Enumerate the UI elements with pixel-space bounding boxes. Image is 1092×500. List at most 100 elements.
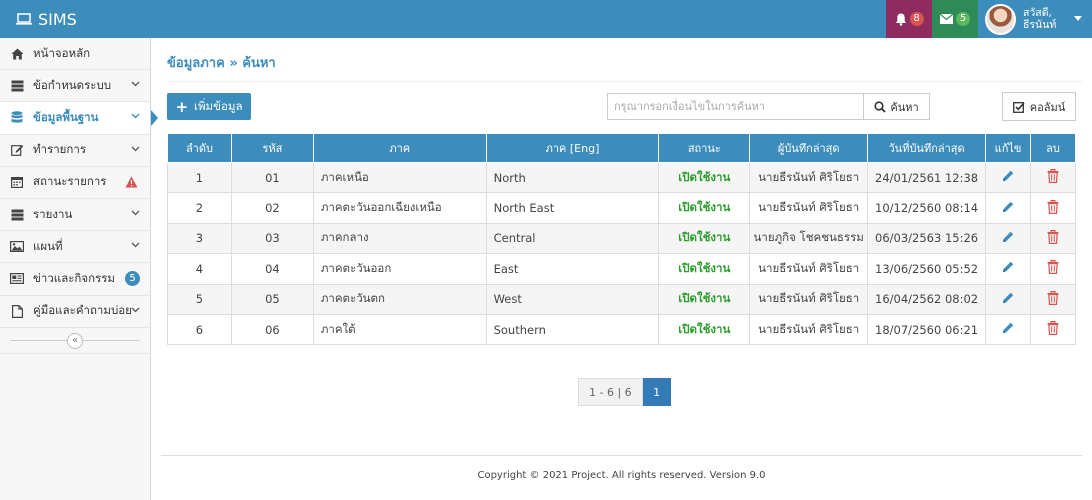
column-header[interactable]: วันที่บันทึกล่าสุด [867, 133, 987, 163]
search-input[interactable] [607, 93, 864, 120]
chevron-down-icon [131, 242, 140, 248]
delete-button[interactable] [1030, 313, 1076, 346]
pencil-icon [1003, 231, 1014, 242]
sidebar-item-label: แผนที่ [33, 238, 63, 253]
image-icon [10, 240, 24, 254]
column-header: ลบ [1030, 133, 1076, 163]
pagination-info: 1 - 6 | 6 [578, 378, 643, 406]
server-icon [10, 208, 24, 222]
delete-button[interactable] [1030, 253, 1076, 285]
sidebar-item-status[interactable]: สถานะรายการ [0, 167, 150, 199]
add-data-label: เพิ่มข้อมูล [194, 98, 243, 113]
cell-code: 01 [230, 161, 314, 194]
column-header[interactable]: ลำดับ [167, 133, 232, 163]
file-icon [10, 304, 24, 318]
column-header[interactable]: รหัส [230, 133, 314, 163]
delete-button[interactable] [1030, 283, 1076, 315]
chevron-down-icon [131, 81, 140, 87]
edit-button[interactable] [985, 283, 1031, 315]
cell-no: 6 [167, 313, 232, 346]
chevron-down-icon [131, 307, 140, 312]
column-header[interactable]: ภาค [312, 133, 487, 163]
sidebar-item-basic-data[interactable]: ข้อมูลพื้นฐาน [0, 102, 158, 135]
chevron-down-icon [131, 146, 140, 151]
cell-no: 1 [167, 161, 232, 194]
search-icon [874, 100, 886, 113]
cell-status: เปิดใช้งาน [658, 253, 751, 285]
cell-region-name: ภาคกลาง [312, 222, 487, 255]
sidebar-item-manual-faq[interactable]: คู่มือและคำถามบ่อย [0, 296, 150, 328]
sidebar-item-map[interactable]: แผนที่ [0, 231, 150, 264]
pencil-icon [1003, 322, 1014, 334]
edit-button[interactable] [985, 192, 1031, 224]
sidebar-item-label: หน้าจอหลัก [33, 45, 91, 60]
sidebar-item-system-settings[interactable]: ข้อกำหนดระบบ [0, 70, 150, 103]
edit-button[interactable] [985, 161, 1031, 194]
footer-copyright: Copyright © 2021 Project. All rights res… [477, 470, 766, 481]
edit-button[interactable] [985, 253, 1031, 285]
notifications-button[interactable]: 8 [886, 0, 932, 38]
cell-last-user: นายธีรนันท์ ศิริโยธา [749, 253, 869, 285]
main-content: ข้อมูลภาค » ค้นหา + เพิ่มข้อมูล ค้นหา คอ… [151, 38, 1092, 500]
column-header[interactable]: ภาค [Eng] [485, 133, 660, 163]
avatar [985, 3, 1016, 35]
plus-icon: + [175, 97, 189, 116]
pagination: 1 - 6 | 6 1 [578, 378, 671, 406]
cell-status: เปิดใช้งาน [658, 222, 751, 255]
sidebar-item-transactions[interactable]: ทำรายการ [0, 135, 150, 167]
search-button[interactable]: ค้นหา [863, 93, 930, 120]
user-menu[interactable]: สวัสดี, ธีรนันท์ [978, 0, 1092, 38]
home-icon [10, 47, 24, 61]
add-data-button[interactable]: + เพิ่มข้อมูล [167, 93, 251, 120]
cell-last-user: นายธีรนันท์ ศิริโยธา [749, 283, 869, 315]
delete-button[interactable] [1030, 222, 1076, 255]
sidebar-item-reports[interactable]: รายงาน [0, 199, 150, 232]
cell-region-name: ภาคเหนือ [312, 161, 487, 194]
table-row: 2 02 ภาคตะวันออกเฉียงเหนือ North East เปิดใช… [167, 192, 1076, 224]
cell-region-name: ภาคตะวันตก [312, 283, 487, 315]
sidebar-item-news[interactable]: ข่าวและกิจกรรม 5 [0, 263, 150, 296]
delete-button[interactable] [1030, 161, 1076, 194]
cell-last-user: นายภูกิจ โชคชนธรรม [749, 222, 869, 255]
chevron-down-icon [131, 113, 140, 119]
cell-last-date: 18/07/2560 06:21 [867, 313, 987, 346]
cell-no: 3 [167, 222, 232, 255]
table-row: 1 01 ภาคเหนือ North เปิดใช้งาน นายธีรนันท์ ศิ… [167, 161, 1076, 194]
calendar-icon [10, 175, 24, 189]
cell-region-name-en: Central [485, 222, 660, 255]
edit-button[interactable] [985, 313, 1031, 346]
trash-icon [1047, 169, 1059, 184]
cell-last-date: 10/12/2560 08:14 [867, 192, 987, 224]
table-row: 5 05 ภาคตะวันตก West เปิดใช้งาน นายธีรนันท์ ศ… [167, 283, 1076, 315]
pencil-icon [1003, 201, 1014, 212]
cell-last-date: 13/06/2560 05:52 [867, 253, 987, 285]
brand[interactable]: SIMS [16, 0, 77, 38]
column-header[interactable]: ผู้บันทึกล่าสุด [749, 133, 869, 163]
sidebar-item-home[interactable]: หน้าจอหลัก [0, 38, 150, 71]
edit-button[interactable] [985, 222, 1031, 255]
trash-icon [1047, 290, 1059, 305]
page-button-current[interactable]: 1 [642, 378, 671, 406]
sidebar-item-label: ข่าวและกิจกรรม [33, 270, 116, 285]
cell-region-name: ภาคใต้ [312, 313, 487, 346]
cell-last-date: 16/04/2562 08:02 [867, 283, 987, 315]
cell-code: 02 [230, 192, 314, 224]
cell-no: 4 [167, 253, 232, 285]
trash-icon [1047, 321, 1059, 336]
column-header[interactable]: สถานะ [658, 133, 751, 163]
sidebar-collapse-button[interactable]: « [67, 332, 83, 349]
sidebar-collapse-row: « [0, 328, 150, 354]
user-greeting-line2: ธีรนันท์ [1023, 19, 1057, 31]
cell-status: เปิดใช้งาน [658, 313, 751, 346]
server-icon [10, 79, 24, 93]
notifications-badge: 8 [909, 12, 924, 26]
sidebar-item-label: ข้อกำหนดระบบ [33, 77, 112, 92]
delete-button[interactable] [1030, 192, 1076, 224]
messages-button[interactable]: 5 [932, 0, 978, 38]
column-header: แก้ไข [985, 133, 1031, 163]
columns-button[interactable]: คอลัมน์ [1002, 92, 1076, 121]
cell-region-name-en: East [485, 253, 660, 285]
checkbox-icon [1012, 101, 1025, 113]
pencil-icon [1003, 262, 1014, 273]
user-greeting-line1: สวัสดี, [1023, 7, 1052, 19]
